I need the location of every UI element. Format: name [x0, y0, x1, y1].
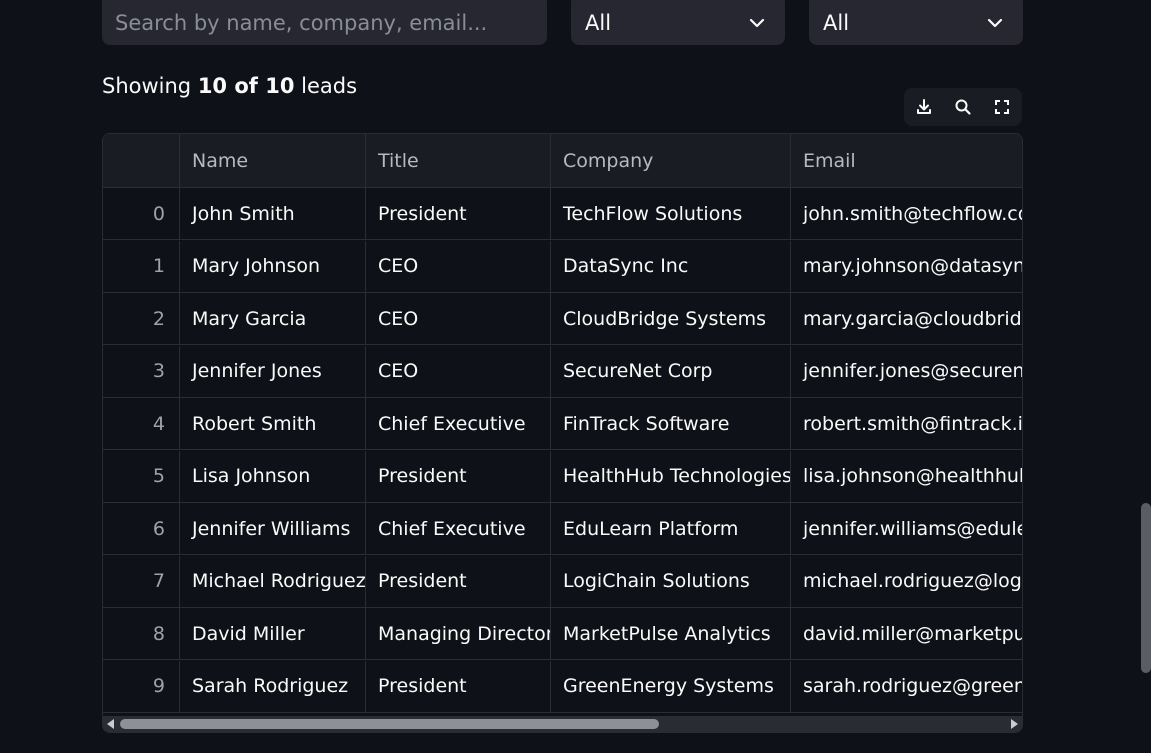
table-row[interactable]: 8 David Miller Managing Director MarketPuls…	[103, 608, 1022, 660]
name-cell[interactable]: Mary Johnson	[180, 240, 366, 292]
title-cell[interactable]: CEO	[366, 345, 551, 397]
email-cell[interactable]: jennifer.williams@edulearn.com	[791, 503, 1022, 554]
row-index-cell[interactable]: 4	[103, 398, 180, 449]
name-cell[interactable]: David Miller	[180, 608, 366, 659]
row-index-cell[interactable]: 7	[103, 555, 180, 607]
fullscreen-icon	[995, 100, 1010, 114]
row-index-cell[interactable]: 9	[103, 660, 180, 712]
results-summary: Showing 10 of 10 leads	[102, 74, 357, 98]
title-cell[interactable]: Managing Director	[366, 608, 551, 659]
name-cell[interactable]: Robert Smith	[180, 398, 366, 449]
horizontal-scroll-thumb[interactable]	[120, 719, 659, 729]
email-cell[interactable]: mary.garcia@cloudbridge.com	[791, 293, 1022, 344]
summary-prefix: Showing	[102, 74, 198, 98]
search-icon	[955, 99, 971, 115]
download-button[interactable]	[909, 92, 939, 122]
filter-row: All All	[102, 0, 1023, 46]
table-search-button[interactable]	[948, 92, 978, 122]
chevron-down-icon	[987, 18, 1003, 27]
title-cell[interactable]: CEO	[366, 293, 551, 344]
table-row[interactable]: 4 Robert Smith Chief Executive FinTrack Sof…	[103, 398, 1022, 450]
table-row[interactable]: 6 Jennifer Williams Chief Executive EduLear…	[103, 503, 1022, 555]
company-cell[interactable]: EduLearn Platform	[551, 503, 791, 554]
search-field[interactable]	[102, 0, 547, 45]
company-cell[interactable]: GreenEnergy Systems	[551, 660, 791, 712]
company-cell[interactable]: HealthHub Technologies	[551, 450, 791, 502]
company-cell[interactable]: LogiChain Solutions	[551, 555, 791, 607]
table-row[interactable]: 5 Lisa Johnson President HealthHub Technolo…	[103, 450, 1022, 503]
title-cell[interactable]: CEO	[366, 240, 551, 292]
filter-select-2-value: All	[823, 10, 850, 35]
row-index-cell[interactable]: 1	[103, 240, 180, 292]
title-cell[interactable]: President	[366, 555, 551, 607]
email-cell[interactable]: john.smith@techflow.com	[791, 188, 1022, 239]
email-cell[interactable]: robert.smith@fintrack.io	[791, 398, 1022, 449]
table-row[interactable]: 9 Sarah Rodriguez President GreenEnergy Sys…	[103, 660, 1022, 713]
company-cell[interactable]: FinTrack Software	[551, 398, 791, 449]
email-cell[interactable]: michael.rodriguez@logichain.com	[791, 556, 1022, 607]
title-cell[interactable]: Chief Executive	[366, 398, 551, 449]
title-cell[interactable]: President	[366, 450, 551, 502]
name-cell[interactable]: John Smith	[180, 188, 366, 239]
name-cell[interactable]: Michael Rodriguez	[180, 555, 366, 607]
company-cell[interactable]: CloudBridge Systems	[551, 293, 791, 344]
company-cell[interactable]: TechFlow Solutions	[551, 188, 791, 239]
name-cell[interactable]: Mary Garcia	[180, 293, 366, 344]
scroll-right-icon[interactable]	[1011, 719, 1018, 729]
table-row[interactable]: 0 John Smith President TechFlow Solutions jo…	[103, 188, 1022, 240]
header-company[interactable]: Company	[551, 134, 791, 187]
header-index[interactable]	[103, 134, 180, 187]
header-name[interactable]: Name	[180, 134, 366, 187]
title-cell[interactable]: President	[366, 660, 551, 712]
email-cell[interactable]: jennifer.jones@securenet.com	[791, 346, 1022, 397]
title-cell[interactable]: President	[366, 188, 551, 239]
row-index-cell[interactable]: 5	[103, 450, 180, 502]
summary-suffix: leads	[294, 74, 358, 98]
page-scrollbar-thumb[interactable]	[1141, 503, 1151, 673]
download-icon	[916, 99, 931, 114]
name-cell[interactable]: Jennifer Jones	[180, 345, 366, 397]
email-cell[interactable]: mary.johnson@datasync.io	[791, 241, 1022, 292]
filter-select-1[interactable]: All	[571, 0, 785, 45]
name-cell[interactable]: Lisa Johnson	[180, 450, 366, 502]
scroll-left-icon[interactable]	[107, 719, 114, 729]
horizontal-scrollbar[interactable]	[102, 716, 1023, 732]
header-title[interactable]: Title	[366, 134, 551, 187]
summary-total-count: 10	[265, 74, 295, 98]
table-row[interactable]: 1 Mary Johnson CEO DataSync Inc mary.johnson…	[103, 240, 1022, 293]
filter-select-1-value: All	[585, 10, 612, 35]
name-cell[interactable]: Jennifer Williams	[180, 503, 366, 554]
leads-table[interactable]: Name Title Company Email 0 John Smith Pres…	[102, 133, 1023, 733]
search-input[interactable]	[102, 0, 547, 45]
table-toolbar	[904, 88, 1022, 126]
email-cell[interactable]: sarah.rodriguez@greenenergy.com	[791, 661, 1022, 712]
leads-page: All All Showing 10 of 10 leads	[0, 0, 1151, 753]
summary-shown-count: 10	[197, 74, 228, 98]
row-index-cell[interactable]: 8	[103, 608, 180, 659]
email-cell[interactable]: david.miller@marketpulse.com	[791, 608, 1022, 659]
company-cell[interactable]: DataSync Inc	[551, 240, 791, 292]
email-cell[interactable]: lisa.johnson@healthhub.com	[791, 451, 1022, 502]
table-header-row: Name Title Company Email	[103, 134, 1022, 188]
chevron-down-icon	[749, 18, 765, 27]
company-cell[interactable]: MarketPulse Analytics	[551, 608, 791, 659]
filter-select-2[interactable]: All	[809, 0, 1023, 45]
row-index-cell[interactable]: 2	[103, 293, 180, 344]
title-cell[interactable]: Chief Executive	[366, 503, 551, 554]
name-cell[interactable]: Sarah Rodriguez	[180, 660, 366, 712]
row-index-cell[interactable]: 0	[103, 188, 180, 239]
row-index-cell[interactable]: 6	[103, 503, 180, 554]
header-email[interactable]: Email	[791, 134, 1022, 187]
fullscreen-button[interactable]	[987, 92, 1017, 122]
row-index-cell[interactable]: 3	[103, 345, 180, 397]
company-cell[interactable]: SecureNet Corp	[551, 345, 791, 397]
table-row[interactable]: 3 Jennifer Jones CEO SecureNet Corp jennifer…	[103, 345, 1022, 398]
summary-of: of	[227, 74, 266, 98]
table-row[interactable]: 2 Mary Garcia CEO CloudBridge Systems mary.g…	[103, 293, 1022, 345]
table-row[interactable]: 7 Michael Rodriguez President LogiChain Sol…	[103, 555, 1022, 608]
